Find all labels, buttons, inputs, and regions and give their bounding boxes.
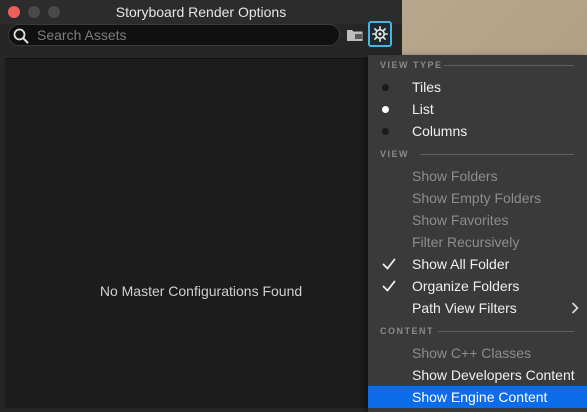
menu-item-label: Show Empty Folders xyxy=(412,190,542,206)
window-title: Storyboard Render Options xyxy=(115,4,287,20)
section-divider xyxy=(444,65,574,66)
view-options-menu: VIEW TYPE Tiles List Columns VIEW Show F… xyxy=(368,55,587,412)
gear-icon xyxy=(372,26,388,42)
section-divider xyxy=(438,331,574,332)
menu-item-show-all-folder[interactable]: Show All Folder xyxy=(368,253,587,275)
section-divider xyxy=(420,154,574,155)
menu-item-list[interactable]: List xyxy=(368,98,587,120)
section-header-content: CONTENT xyxy=(380,326,434,336)
radio-dot-icon xyxy=(382,128,389,135)
section-header-view: VIEW xyxy=(380,149,410,159)
checkmark-icon xyxy=(382,280,396,292)
empty-state-message: No Master Configurations Found xyxy=(99,283,303,299)
search-icon xyxy=(13,28,29,44)
radio-dot-icon xyxy=(382,84,389,91)
menu-item-path-view-filters[interactable]: Path View Filters xyxy=(368,297,587,319)
menu-item-organize-folders[interactable]: Organize Folders xyxy=(368,275,587,297)
radio-dot-selected-icon xyxy=(382,106,389,113)
menu-item-label: Tiles xyxy=(412,79,442,95)
toolbar: Search Assets xyxy=(0,21,402,56)
menu-item-show-empty-folders: Show Empty Folders xyxy=(368,187,587,209)
settings-button[interactable] xyxy=(368,21,392,47)
folder-icon[interactable] xyxy=(346,27,364,43)
menu-item-show-developers-content[interactable]: Show Developers Content xyxy=(368,364,587,386)
menu-item-show-engine-content[interactable]: Show Engine Content xyxy=(368,386,587,408)
menu-item-label: Show Folders xyxy=(412,168,498,184)
menu-item-label: Show All Folder xyxy=(412,256,510,272)
menu-item-label: Show Engine Content xyxy=(412,389,548,405)
title-bar[interactable]: Storyboard Render Options xyxy=(0,0,402,24)
menu-item-label: Columns xyxy=(412,123,468,139)
menu-item-show-favorites: Show Favorites xyxy=(368,209,587,231)
search-input[interactable]: Search Assets xyxy=(8,24,340,46)
menu-item-tiles[interactable]: Tiles xyxy=(368,76,587,98)
menu-item-label: List xyxy=(412,101,434,117)
menu-item-filter-recursively: Filter Recursively xyxy=(368,231,587,253)
checkmark-icon xyxy=(382,258,396,270)
menu-item-label: Organize Folders xyxy=(412,278,520,294)
asset-browser-window: Storyboard Render Options Search Assets xyxy=(0,0,402,412)
chevron-right-icon xyxy=(572,302,579,314)
menu-item-columns[interactable]: Columns xyxy=(368,120,587,142)
menu-item-show-cpp-classes: Show C++ Classes xyxy=(368,342,587,364)
menu-item-label: Filter Recursively xyxy=(412,234,520,250)
search-placeholder: Search Assets xyxy=(37,27,127,43)
menu-item-show-folders: Show Folders xyxy=(368,165,587,187)
asset-list-area[interactable]: No Master Configurations Found xyxy=(5,58,397,408)
menu-item-label: Show Developers Content xyxy=(412,367,575,383)
section-header-view-type: VIEW TYPE xyxy=(380,60,443,70)
menu-item-label: Show C++ Classes xyxy=(412,345,532,361)
menu-item-label: Path View Filters xyxy=(412,300,517,316)
menu-item-label: Show Favorites xyxy=(412,212,509,228)
